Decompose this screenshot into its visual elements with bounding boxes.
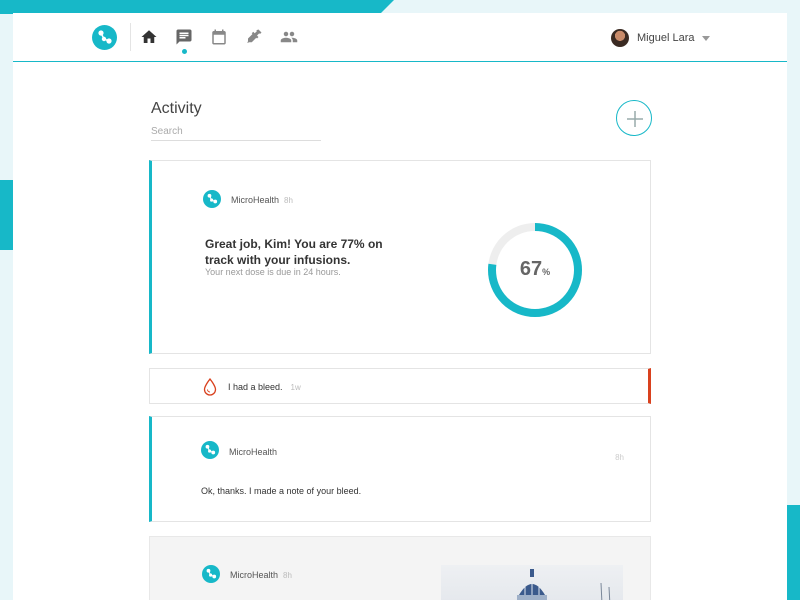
author-name: MicroHealth: [231, 195, 280, 205]
feed-card-reply[interactable]: MicroHealth 8h Ok, thanks. I made a note…: [149, 416, 651, 522]
add-entry-button[interactable]: [616, 100, 652, 136]
card-text: I had a bleed. 1w: [228, 382, 301, 392]
feed-card-bleed[interactable]: I had a bleed. 1w: [149, 368, 651, 404]
syringe-icon[interactable]: [245, 28, 265, 48]
user-name: Miguel Lara: [637, 32, 695, 44]
progress-unit: %: [542, 267, 551, 277]
feed-card-progress[interactable]: MicroHealth 8h Great job, Kim! You are 77…: [149, 160, 651, 354]
plus-icon: [627, 111, 643, 127]
active-nav-indicator: [182, 49, 187, 54]
avatar: [611, 29, 629, 47]
card-subline: Your next dose is due in 24 hours.: [205, 267, 341, 277]
card-headline: Great job, Kim! You are 77% on track wit…: [205, 237, 383, 267]
card-time: 8h: [284, 196, 293, 205]
progress-ring: 67%: [485, 220, 585, 320]
progress-value: 67: [519, 258, 543, 280]
app-window: Miguel Lara Activity MicroHealth 8h Great…: [13, 13, 787, 600]
page-title: Activity: [151, 100, 202, 117]
progress-label: 67%: [485, 258, 585, 281]
author-name: MicroHealth: [230, 570, 279, 580]
card-time: 8h: [283, 571, 292, 580]
search-input[interactable]: [151, 123, 321, 141]
user-menu[interactable]: Miguel Lara: [611, 28, 711, 48]
microhealth-logo-icon: [202, 565, 220, 583]
home-icon[interactable]: [140, 28, 160, 48]
chat-icon[interactable]: [175, 28, 195, 48]
card-author: MicroHealth 8h: [231, 195, 293, 205]
author-name: MicroHealth: [229, 447, 278, 457]
card-text: Ok, thanks. I made a note of your bleed.: [201, 486, 362, 496]
people-icon[interactable]: [279, 28, 299, 48]
microhealth-logo-icon: [201, 441, 219, 459]
caret-down-icon: [702, 35, 711, 41]
feed-card-image[interactable]: MicroHealth 8h: [149, 536, 651, 600]
background-accent-right: [786, 505, 800, 600]
header-divider: [130, 23, 131, 51]
blood-drop-icon: [203, 378, 217, 396]
microhealth-logo-icon: [203, 190, 221, 208]
card-time: 1w: [290, 383, 301, 392]
top-nav-bar: Miguel Lara: [13, 13, 787, 62]
card-time: 8h: [615, 453, 624, 462]
calendar-icon[interactable]: [210, 28, 230, 48]
post-photo[interactable]: [441, 565, 623, 600]
background-accent-top: [0, 0, 394, 14]
card-author: MicroHealth 8h: [230, 570, 292, 580]
background-accent-left: [0, 180, 14, 250]
bleed-message: I had a bleed.: [228, 382, 283, 392]
app-logo-icon[interactable]: [92, 25, 117, 50]
dome-building-image: [517, 569, 611, 600]
